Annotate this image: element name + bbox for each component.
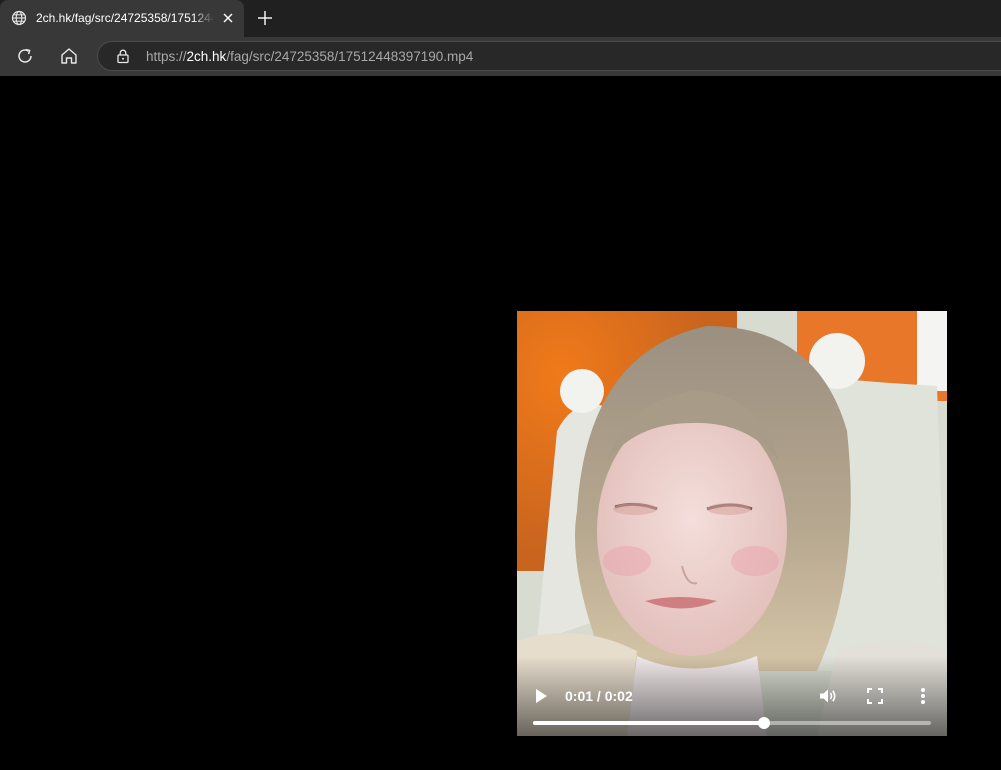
address-bar[interactable]: https://2ch.hk/fag/src/24725358/17512448… [97,41,1001,71]
url-scheme: https:// [146,49,187,64]
seek-bar[interactable] [533,717,931,729]
tab-title: 2ch.hk/fag/src/24725358/17512448397190.m… [36,11,214,25]
lock-icon[interactable] [115,48,131,64]
tab-strip: 2ch.hk/fag/src/24725358/17512448397190.m… [0,0,1001,37]
duration: 0:02 [604,688,633,704]
play-icon[interactable] [534,688,548,704]
video-player[interactable]: 0:01 / 0:02 [517,311,947,736]
active-tab[interactable]: 2ch.hk/fag/src/24725358/17512448397190.m… [0,0,244,37]
volume-icon[interactable] [818,686,838,706]
more-vertical-icon[interactable] [918,686,928,706]
home-icon[interactable] [58,45,80,67]
current-time: 0:01 [565,688,594,704]
time-display: 0:01 / 0:02 [565,688,633,704]
fullscreen-icon[interactable] [867,688,883,704]
seek-thumb[interactable] [757,717,770,729]
browser-toolbar: https://2ch.hk/fag/src/24725358/17512448… [0,37,1001,76]
reload-icon[interactable] [14,45,36,67]
seek-progress [533,721,764,725]
url-host: 2ch.hk [186,49,227,64]
time-separator: / [593,688,605,704]
close-icon[interactable] [220,10,236,26]
url-text[interactable]: https://2ch.hk/fag/src/24725358/17512448… [146,49,473,64]
globe-icon [11,10,27,26]
plus-icon[interactable] [256,9,274,27]
url-path: /fag/src/24725358/17512448397190.mp4 [226,49,474,64]
